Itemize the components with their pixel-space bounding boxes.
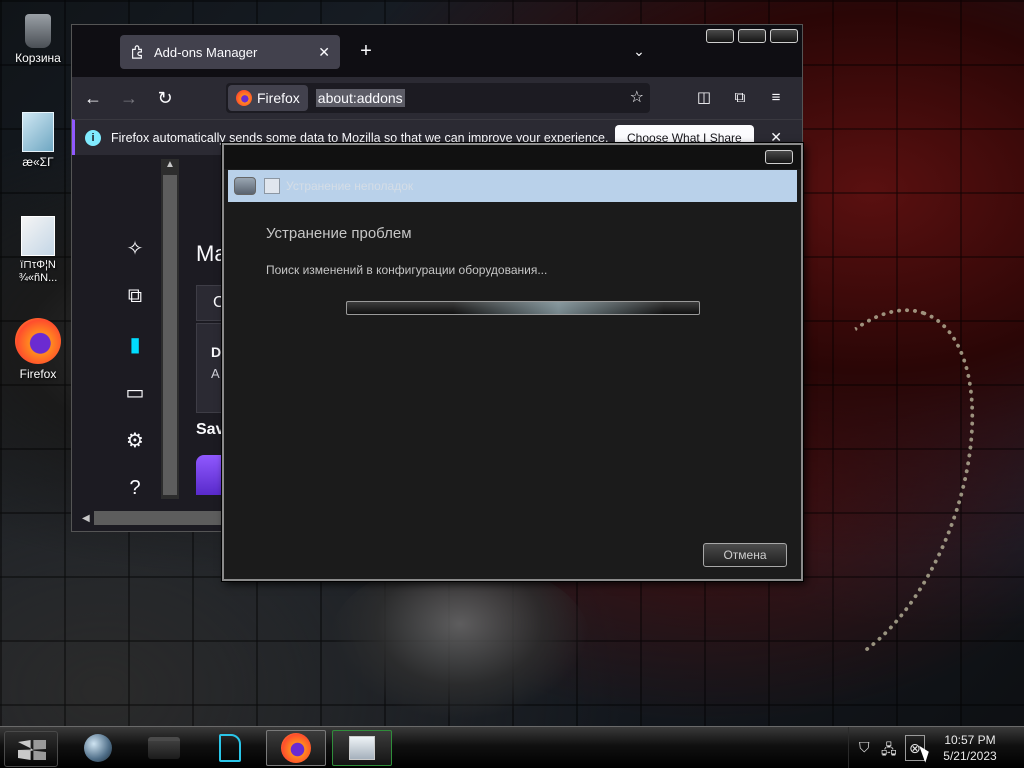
toolbar-right: ◫ ⧉ ≡ [690, 83, 790, 111]
security-shield-icon[interactable]: ⛉ [859, 739, 870, 756]
taskbar-item-explorer[interactable] [134, 730, 194, 766]
tab-label: Add-ons Manager [154, 44, 258, 60]
recycle-bin-icon [25, 14, 51, 48]
desktop-icon-document[interactable]: æ«ΣΓ [0, 112, 76, 169]
pocket-icon[interactable]: ◫ [690, 83, 718, 111]
desktop-icon-label: ï⊓τΦ¦N ¾«ñN... [18, 259, 58, 284]
vertical-scrollbar[interactable]: ▲ [161, 159, 179, 499]
window-controls [706, 29, 798, 43]
url-input[interactable]: about:addons [315, 89, 405, 107]
start-button[interactable] [4, 731, 58, 767]
dialog-titlebar [224, 145, 801, 169]
desktop-icon-recycle-bin[interactable]: Корзина [0, 8, 76, 65]
desktop-icon-label: Firefox [19, 367, 57, 381]
system-tray: ⛉ 🖧 ⊗ 10:57 PM 5/21/2023 [848, 727, 1024, 768]
desktop-icon-label: Корзина [15, 51, 61, 65]
scrollbar-thumb[interactable] [163, 175, 177, 495]
puzzle-piece-icon [132, 45, 142, 59]
folder-icon [148, 737, 180, 759]
clock-date: 5/21/2023 [943, 749, 997, 763]
firefox-icon [15, 318, 61, 364]
addons-category-sidebar: ✧ ⧉ ▮ ▭ ⚙ ? [122, 235, 148, 501]
new-tab-button[interactable]: + [352, 37, 380, 65]
wizard-back-button[interactable] [234, 177, 256, 195]
reload-button[interactable]: ↻ [150, 83, 180, 113]
firefox-icon [281, 733, 311, 763]
scroll-left-arrow-icon[interactable]: ◀ [82, 513, 90, 524]
themes-brush-icon[interactable]: ▮ [122, 331, 148, 357]
progress-bar [346, 301, 700, 315]
troubleshoot-wizard-icon [264, 178, 280, 194]
bookmark-star-icon[interactable]: ☆ [630, 87, 644, 107]
firefox-titlebar: Add-ons Manager ✕ + ⌄ [72, 25, 802, 77]
dialog-heading: Устранение проблем [266, 225, 412, 242]
troubleshooting-dialog: Устранение неполадок Устранение проблем … [222, 143, 803, 581]
identity-label: Firefox [257, 90, 300, 106]
maximize-button[interactable] [738, 29, 766, 43]
addons-save-heading: Sav [196, 421, 225, 438]
minimize-button[interactable] [706, 29, 734, 43]
network-icon[interactable]: 🖧 [881, 739, 897, 763]
taskbar-item-troubleshooter[interactable] [332, 730, 392, 766]
close-tab-icon[interactable]: ✕ [318, 44, 330, 61]
dialog-status-text: Поиск изменений в конфигурации оборудова… [266, 263, 548, 277]
progress-glow [452, 302, 664, 314]
info-icon: i [85, 129, 101, 146]
recommendations-sparkle-icon[interactable]: ✧ [122, 235, 148, 261]
media-player-icon [219, 734, 241, 762]
picture-file-icon [21, 216, 55, 256]
extensions-icon[interactable]: ⧉ [726, 83, 754, 111]
close-window-button[interactable] [770, 29, 798, 43]
firefox-logo-icon [236, 90, 252, 106]
hamburger-menu-icon[interactable]: ≡ [762, 83, 790, 111]
back-button[interactable]: ← [78, 83, 108, 113]
desktop-icon-label: æ«ΣΓ [22, 155, 54, 169]
windows-logo-icon [18, 740, 46, 760]
navigation-toolbar: ← → ↻ Firefox about:addons ☆ ◫ ⧉ ≡ [72, 77, 802, 119]
plugins-icon[interactable]: ▭ [122, 379, 148, 405]
taskbar-item-media-player[interactable] [200, 730, 260, 766]
tab-addons-manager[interactable]: Add-ons Manager ✕ [120, 35, 340, 69]
wallpaper-skull [330, 560, 590, 720]
help-question-icon[interactable]: ? [122, 475, 148, 501]
settings-gear-icon[interactable]: ⚙ [122, 427, 148, 453]
taskbar-item-internet-explorer[interactable] [68, 730, 128, 766]
tab-list-chevron-icon[interactable]: ⌄ [627, 39, 651, 63]
dialog-maximize-button[interactable] [765, 150, 793, 164]
extensions-puzzle-icon[interactable]: ⧉ [122, 283, 148, 309]
cancel-button[interactable]: Отмена [703, 543, 787, 567]
taskbar-item-firefox[interactable] [266, 730, 326, 766]
desktop-icon-picture[interactable]: ï⊓τΦ¦N ¾«ñN... [0, 216, 76, 285]
globe-icon [84, 734, 112, 762]
document-icon [22, 112, 54, 152]
forward-button[interactable]: → [114, 83, 144, 113]
wizard-title: Устранение неполадок [286, 179, 414, 193]
url-bar[interactable]: Firefox about:addons ☆ [226, 83, 650, 113]
clock[interactable]: 10:57 PM 5/21/2023 [937, 732, 1003, 764]
wizard-header-bar: Устранение неполадок [228, 170, 797, 202]
desktop-icon-firefox[interactable]: Firefox [0, 318, 76, 381]
taskbar: ⛉ 🖧 ⊗ 10:57 PM 5/21/2023 [0, 726, 1024, 768]
clock-time: 10:57 PM [944, 733, 996, 747]
scroll-up-arrow-icon[interactable]: ▲ [161, 159, 179, 170]
troubleshooter-icon [349, 736, 375, 760]
identity-box[interactable]: Firefox [228, 85, 308, 111]
